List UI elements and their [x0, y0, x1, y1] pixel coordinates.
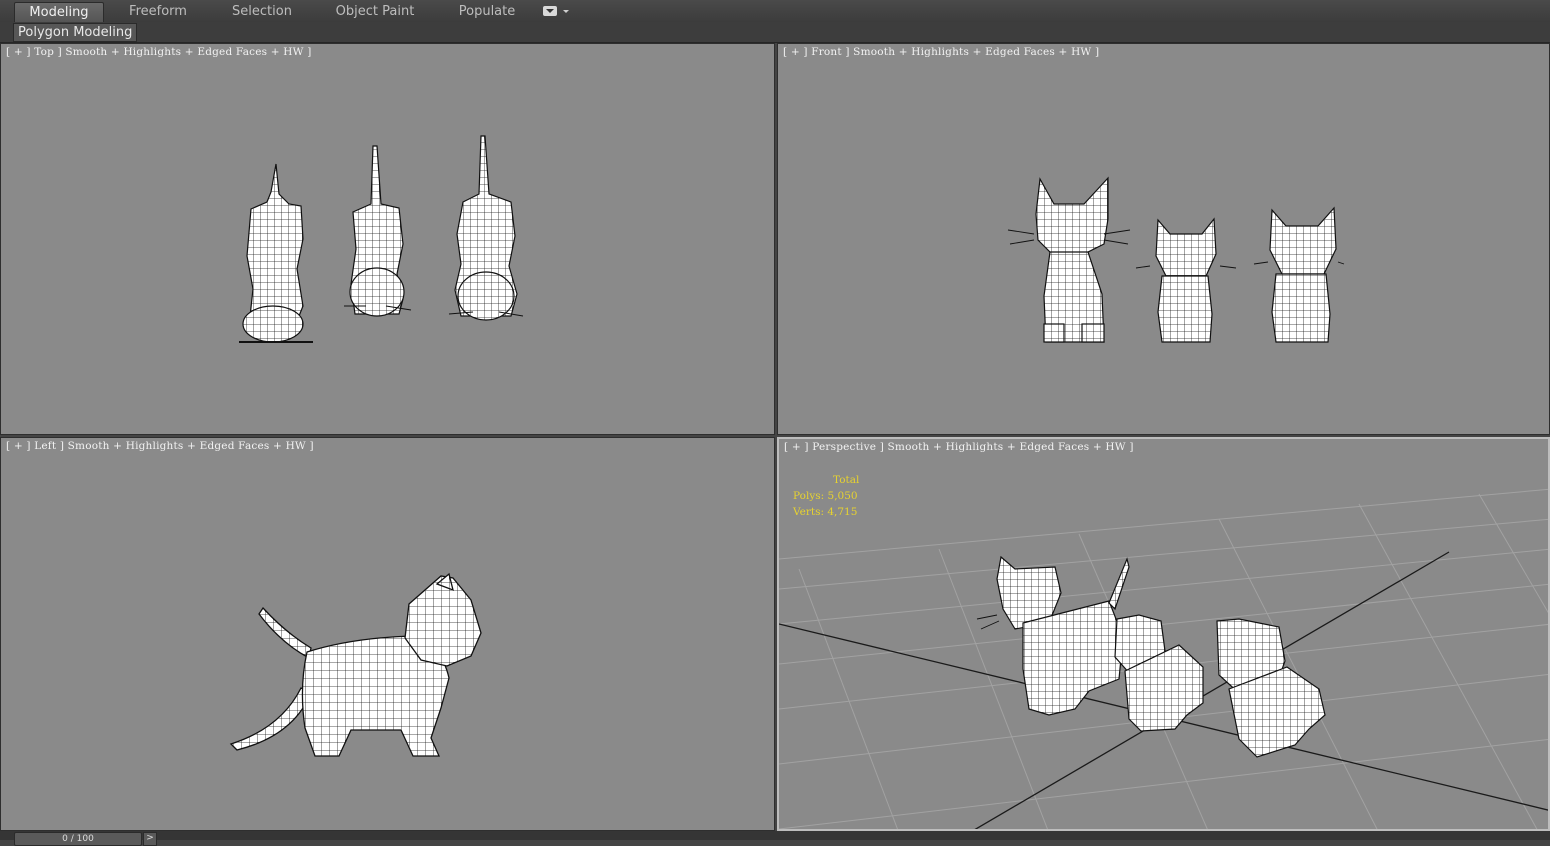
perspective-scene	[779, 488, 1548, 829]
panel-polygon-modeling[interactable]: Polygon Modeling	[13, 23, 138, 42]
viewport-left[interactable]: [ + ] Left ] Smooth + Highlights + Edged…	[0, 437, 775, 831]
cat-front-3	[1253, 206, 1345, 343]
cat-front-2	[1135, 217, 1237, 343]
cat-front-1	[1007, 176, 1131, 343]
viewport-front[interactable]: [ + ] Front ] Smooth + Highlights + Edge…	[777, 43, 1550, 435]
ribbon-tab-bar: Modeling Freeform Selection Object Paint…	[0, 0, 1550, 23]
left-view-models	[229, 572, 482, 757]
viewport-top[interactable]: [ + ] Top ] Smooth + Highlights + Edged …	[0, 43, 775, 435]
chevron-down-icon[interactable]	[563, 10, 569, 13]
time-slider[interactable]: 0 / 100	[14, 832, 142, 846]
tab-modeling[interactable]: Modeling	[14, 2, 104, 22]
front-view-models	[1007, 176, 1345, 343]
ribbon-minimize-icon[interactable]	[543, 6, 557, 16]
timeline-bar: 0 / 100 >	[0, 831, 1550, 846]
cat-persp-3	[1216, 618, 1326, 758]
tab-populate[interactable]: Populate	[452, 2, 522, 21]
tab-object-paint[interactable]: Object Paint	[330, 2, 420, 21]
cat-side	[229, 572, 482, 757]
viewport-perspective[interactable]: [ + ] Perspective ] Smooth + Highlights …	[777, 437, 1550, 831]
ribbon-panel-bar: Polygon Modeling	[0, 22, 1550, 43]
cat-top-2	[344, 145, 412, 317]
top-view-models	[239, 135, 524, 343]
cat-persp-1	[976, 555, 1130, 716]
tab-selection[interactable]: Selection	[222, 2, 302, 21]
cat-top-3	[448, 135, 524, 321]
cat-top-1	[239, 163, 313, 343]
tab-freeform[interactable]: Freeform	[118, 2, 198, 21]
cat-persp-2	[1114, 614, 1204, 732]
next-frame-button[interactable]: >	[143, 832, 157, 846]
